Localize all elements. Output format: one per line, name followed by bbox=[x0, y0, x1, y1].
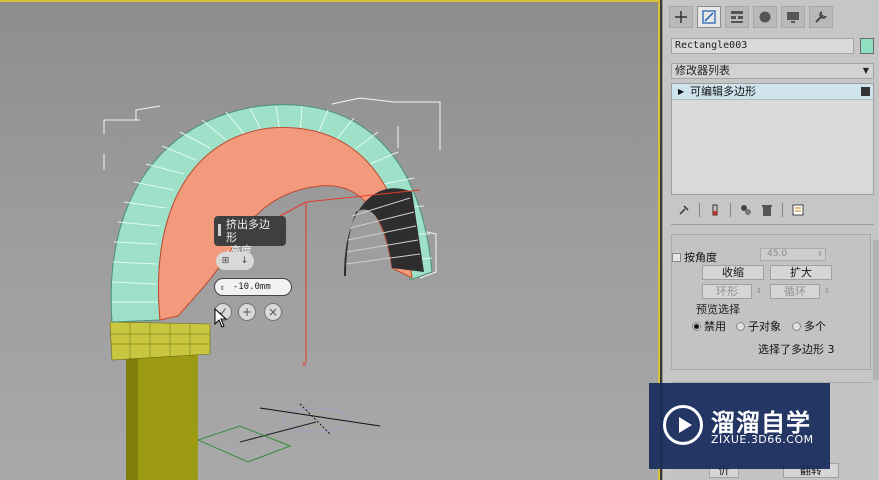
chevron-down-icon: ▼ bbox=[862, 66, 869, 75]
loop-spinner-icon[interactable]: ⇕ bbox=[824, 287, 830, 295]
by-angle-value: 45.0 bbox=[767, 249, 788, 259]
apply-and-continue-icon[interactable]: + bbox=[238, 303, 256, 321]
object-name-field[interactable]: Rectangle003 bbox=[671, 38, 854, 54]
stack-item-editable-poly[interactable]: ▶ 可编辑多边形 bbox=[672, 84, 873, 100]
panel-scrollbar[interactable] bbox=[873, 240, 879, 380]
modify-icon[interactable] bbox=[697, 6, 721, 28]
shrink-button[interactable]: 收缩 bbox=[702, 265, 764, 280]
radio-off-icon[interactable] bbox=[792, 322, 801, 331]
chevron-down-icon[interactable]: ↓ bbox=[241, 256, 249, 266]
modifier-list-dropdown[interactable]: 修改器列表 ▼ bbox=[671, 63, 874, 79]
caddy-grip-icon[interactable] bbox=[218, 224, 221, 236]
panel-divider bbox=[671, 224, 874, 225]
spinner-arrows-icon[interactable]: ⇕ bbox=[817, 249, 823, 260]
preview-disabled-radio[interactable]: 禁用 bbox=[692, 318, 726, 334]
selection-rollout: 按角度 45.0 ⇕ 收缩 扩大 环形 ⇕ 循环 ⇕ 预览选择 禁用 子对象 多个… bbox=[671, 234, 871, 370]
make-unique-icon[interactable] bbox=[737, 202, 755, 218]
configure-sets-icon[interactable] bbox=[789, 202, 807, 218]
toolbar-separator bbox=[699, 203, 700, 217]
caddy-mode-toggle[interactable]: ⊞ ↓ bbox=[216, 252, 254, 270]
display-icon[interactable] bbox=[781, 6, 805, 28]
toolbar-separator bbox=[782, 203, 783, 217]
selection-status: 选择了多边形 3 bbox=[758, 343, 835, 356]
pillar-cap bbox=[109, 321, 211, 361]
stack-toolbar bbox=[675, 202, 807, 218]
by-angle-checkbox[interactable]: 按角度 bbox=[672, 249, 717, 265]
watermark-overlay: 溜溜自学 ZIXUE.3D66.COM bbox=[649, 383, 830, 469]
preview-subobject-radio[interactable]: 子对象 bbox=[736, 318, 781, 334]
grow-button[interactable]: 扩大 bbox=[770, 265, 832, 280]
preview-multi-radio[interactable]: 多个 bbox=[792, 318, 826, 334]
radio-label: 多个 bbox=[804, 320, 826, 333]
hierarchy-icon[interactable] bbox=[725, 6, 749, 28]
motion-icon[interactable] bbox=[753, 6, 777, 28]
loop-button[interactable]: 循环 bbox=[770, 284, 820, 299]
extrude-height-value: -10.0mm bbox=[232, 282, 271, 292]
perspective-viewport[interactable]: x 挤出多边形 -高度 ⊞ ↓ ⇕ -10.0mm ✓ + × bbox=[0, 0, 660, 480]
radio-label: 子对象 bbox=[748, 320, 781, 333]
radio-off-icon[interactable] bbox=[736, 322, 745, 331]
play-logo-icon bbox=[663, 405, 703, 445]
pin-stack-icon[interactable] bbox=[675, 202, 693, 218]
modifier-stack: ▶ 可编辑多边形 bbox=[671, 83, 874, 195]
object-color-swatch[interactable] bbox=[860, 38, 874, 54]
spinner-icon[interactable]: ⇕ bbox=[220, 283, 225, 292]
scene-render: x bbox=[103, 97, 441, 480]
ring-button[interactable]: 环形 bbox=[702, 284, 752, 299]
extrude-height-field[interactable]: ⇕ -10.0mm bbox=[214, 278, 292, 296]
cancel-icon[interactable]: × bbox=[264, 303, 282, 321]
watermark-url: ZIXUE.3D66.COM bbox=[711, 433, 814, 446]
expand-triangle-icon[interactable]: ▶ bbox=[678, 84, 684, 99]
create-icon[interactable] bbox=[669, 6, 693, 28]
utilities-icon[interactable] bbox=[809, 6, 833, 28]
mouse-cursor-icon bbox=[214, 308, 228, 328]
by-angle-spinner[interactable]: 45.0 ⇕ bbox=[760, 248, 826, 261]
preview-selection-label: 预览选择 bbox=[696, 303, 740, 316]
radio-label: 禁用 bbox=[704, 320, 726, 333]
extrude-group-icon[interactable]: ⊞ bbox=[222, 256, 230, 266]
caddy-title: 挤出多边形 bbox=[226, 218, 270, 244]
radio-on-icon[interactable] bbox=[692, 322, 701, 331]
remove-modifier-icon[interactable] bbox=[758, 202, 776, 218]
svg-text:x: x bbox=[302, 359, 307, 368]
modifier-list-label: 修改器列表 bbox=[675, 64, 730, 77]
by-angle-label: 按角度 bbox=[684, 251, 717, 264]
ground-grid bbox=[196, 403, 381, 463]
show-end-result-icon[interactable] bbox=[706, 202, 724, 218]
toolbar-separator bbox=[730, 203, 731, 217]
extrude-caddy-header[interactable]: 挤出多边形 -高度 bbox=[214, 216, 286, 257]
ring-spinner-icon[interactable]: ⇕ bbox=[756, 287, 762, 295]
stack-item-label: 可编辑多边形 bbox=[690, 85, 756, 98]
checkbox-box[interactable] bbox=[672, 253, 681, 262]
panel-tabs bbox=[669, 6, 833, 28]
stack-item-state-icon bbox=[861, 87, 870, 96]
